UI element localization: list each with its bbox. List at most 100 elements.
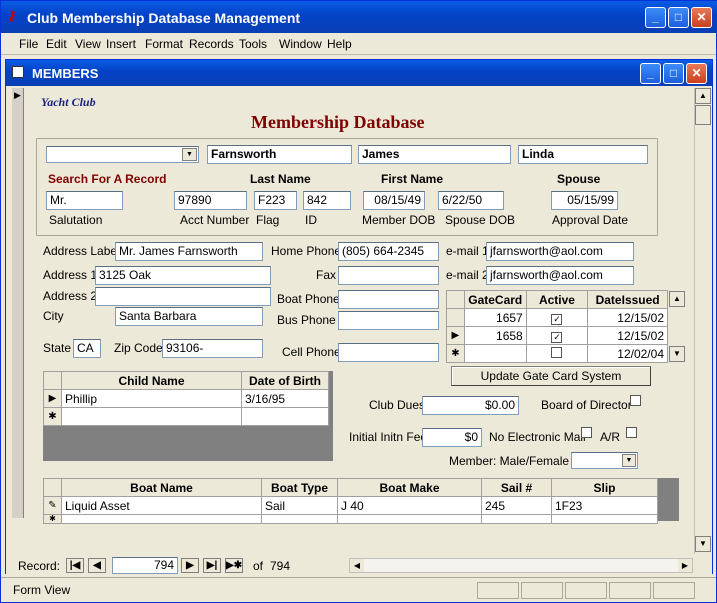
date-issued-cell[interactable]: 12/02/04 <box>587 344 668 363</box>
date-issued-cell[interactable]: 12/15/02 <box>587 308 668 327</box>
search-dropdown-icon[interactable]: ▼ <box>182 148 197 161</box>
update-gate-card-button[interactable]: Update Gate Card System <box>451 366 651 386</box>
current-row-arrow-icon[interactable]: ▶ <box>43 389 62 408</box>
menu-tools[interactable]: Tools <box>239 37 267 51</box>
sail-number-cell[interactable] <box>481 514 552 524</box>
gate-card-cell[interactable]: 1658 <box>463 326 527 345</box>
club-dues-field[interactable]: $0.00 <box>422 396 519 415</box>
date-issued-cell[interactable]: 12/15/02 <box>587 326 668 345</box>
slip-cell[interactable] <box>551 514 658 524</box>
salutation-field[interactable]: Mr. <box>46 191 123 210</box>
sail-number-cell[interactable]: 245 <box>481 496 552 515</box>
gate-header-active[interactable]: Active <box>525 290 589 309</box>
boat-phone-field[interactable] <box>338 290 439 309</box>
boat-type-cell[interactable] <box>261 514 338 524</box>
flag-field[interactable]: F223 <box>254 191 297 210</box>
gate-card-cell[interactable] <box>463 344 527 363</box>
boat-header-make[interactable]: Boat Make <box>337 478 482 497</box>
active-checkbox[interactable] <box>525 344 589 363</box>
previous-record-icon[interactable]: ◀ <box>88 558 106 573</box>
home-phone-field[interactable]: (805) 664-2345 <box>338 242 439 261</box>
menu-insert[interactable]: Insert <box>106 37 136 51</box>
spouse-dob-field[interactable]: 6/22/50 <box>438 191 504 210</box>
gate-header-card[interactable]: GateCard <box>463 290 527 309</box>
scroll-down-icon[interactable]: ▼ <box>695 536 711 552</box>
current-row-arrow-icon[interactable]: ▶ <box>446 326 465 345</box>
maximize-icon[interactable]: □ <box>668 7 689 28</box>
menu-format[interactable]: Format <box>145 37 183 51</box>
child-name-cell[interactable]: Phillip <box>61 389 242 408</box>
table-row[interactable]: ✱ <box>43 407 329 426</box>
email2-field[interactable]: jfarnsworth@aol.com <box>486 266 634 285</box>
minimize-icon[interactable]: _ <box>645 7 666 28</box>
zip-field[interactable]: 93106- <box>162 339 263 358</box>
child-header-dob[interactable]: Date of Birth <box>241 371 329 390</box>
last-name-field[interactable]: Farnsworth <box>207 145 352 164</box>
menu-records[interactable]: Records <box>189 37 234 51</box>
child-header-name[interactable]: Child Name <box>61 371 242 390</box>
record-selector[interactable]: ▶ <box>12 88 24 518</box>
form-maximize-icon[interactable]: □ <box>663 63 684 84</box>
form-minimize-icon[interactable]: _ <box>640 63 661 84</box>
record-number-field[interactable]: 794 <box>112 557 178 574</box>
boat-name-cell[interactable] <box>61 514 262 524</box>
table-row[interactable]: ✱ <box>43 514 658 524</box>
table-row[interactable]: ▶ Phillip 3/16/95 <box>43 389 329 408</box>
boat-header-sail[interactable]: Sail # <box>481 478 552 497</box>
gender-dropdown-icon[interactable]: ▼ <box>622 454 636 467</box>
active-checkbox[interactable]: ✓ <box>525 308 589 327</box>
initial-fee-field[interactable]: $0 <box>422 428 482 447</box>
scroll-thumb[interactable] <box>695 105 711 125</box>
edit-pencil-icon[interactable]: ✎ <box>43 496 62 515</box>
scroll-left-icon[interactable]: ◀ <box>350 559 364 572</box>
acct-number-field[interactable]: 97890 <box>174 191 247 210</box>
menu-window[interactable]: Window <box>279 37 322 51</box>
child-name-cell[interactable] <box>61 407 242 426</box>
cell-phone-field[interactable] <box>338 343 439 362</box>
boat-header-name[interactable]: Boat Name <box>61 478 262 497</box>
new-record-star-icon[interactable]: ✱ <box>446 344 465 363</box>
boat-name-cell[interactable]: Liquid Asset <box>61 496 262 515</box>
close-icon[interactable]: ✕ <box>691 7 712 28</box>
address-label-field[interactable]: Mr. James Farnsworth <box>115 242 263 261</box>
gate-scroll-up-icon[interactable]: ▲ <box>669 291 685 307</box>
new-record-star-icon[interactable]: ✱ <box>43 407 62 426</box>
gate-header-date[interactable]: DateIssued <box>587 290 668 309</box>
gate-scroll-down-icon[interactable]: ▼ <box>669 346 685 362</box>
address2-field[interactable] <box>95 287 271 306</box>
gate-card-cell[interactable]: 1657 <box>463 308 527 327</box>
city-field[interactable]: Santa Barbara <box>115 307 263 326</box>
bus-phone-field[interactable] <box>338 311 439 330</box>
address1-field[interactable]: 3125 Oak <box>95 266 271 285</box>
table-row[interactable]: ▶ 1658 ✓ 12/15/02 <box>446 326 668 345</box>
boat-make-cell[interactable]: J 40 <box>337 496 482 515</box>
new-record-icon[interactable]: ▶✱ <box>225 558 243 573</box>
next-record-icon[interactable]: ▶ <box>181 558 199 573</box>
table-row[interactable]: 1657 ✓ 12/15/02 <box>446 308 668 327</box>
row-selector[interactable] <box>446 308 465 327</box>
first-name-field[interactable]: James <box>358 145 511 164</box>
table-row[interactable]: ✱ 12/02/04 <box>446 344 668 363</box>
horizontal-scrollbar[interactable]: ◀ ▶ <box>349 558 693 573</box>
child-dob-cell[interactable]: 3/16/95 <box>241 389 329 408</box>
new-record-star-icon[interactable]: ✱ <box>43 514 62 524</box>
search-combo[interactable] <box>46 146 199 163</box>
fax-field[interactable] <box>338 266 439 285</box>
spouse-name-field[interactable]: Linda <box>518 145 648 164</box>
no-email-checkbox[interactable] <box>581 427 592 438</box>
board-checkbox[interactable] <box>630 395 641 406</box>
boat-header-type[interactable]: Boat Type <box>261 478 338 497</box>
menu-edit[interactable]: Edit <box>46 37 67 51</box>
ar-checkbox[interactable] <box>626 427 637 438</box>
menu-help[interactable]: Help <box>327 37 352 51</box>
form-vertical-scrollbar[interactable]: ▲ ▼ <box>694 88 711 554</box>
boat-header-slip[interactable]: Slip <box>551 478 658 497</box>
approval-date-field[interactable]: 05/15/99 <box>551 191 618 210</box>
boat-type-cell[interactable]: Sail <box>261 496 338 515</box>
boat-make-cell[interactable] <box>337 514 482 524</box>
form-close-icon[interactable]: ✕ <box>686 63 707 84</box>
child-dob-cell[interactable] <box>241 407 329 426</box>
member-dob-field[interactable]: 08/15/49 <box>363 191 425 210</box>
menu-file[interactable]: File <box>19 37 38 51</box>
menu-view[interactable]: View <box>75 37 101 51</box>
